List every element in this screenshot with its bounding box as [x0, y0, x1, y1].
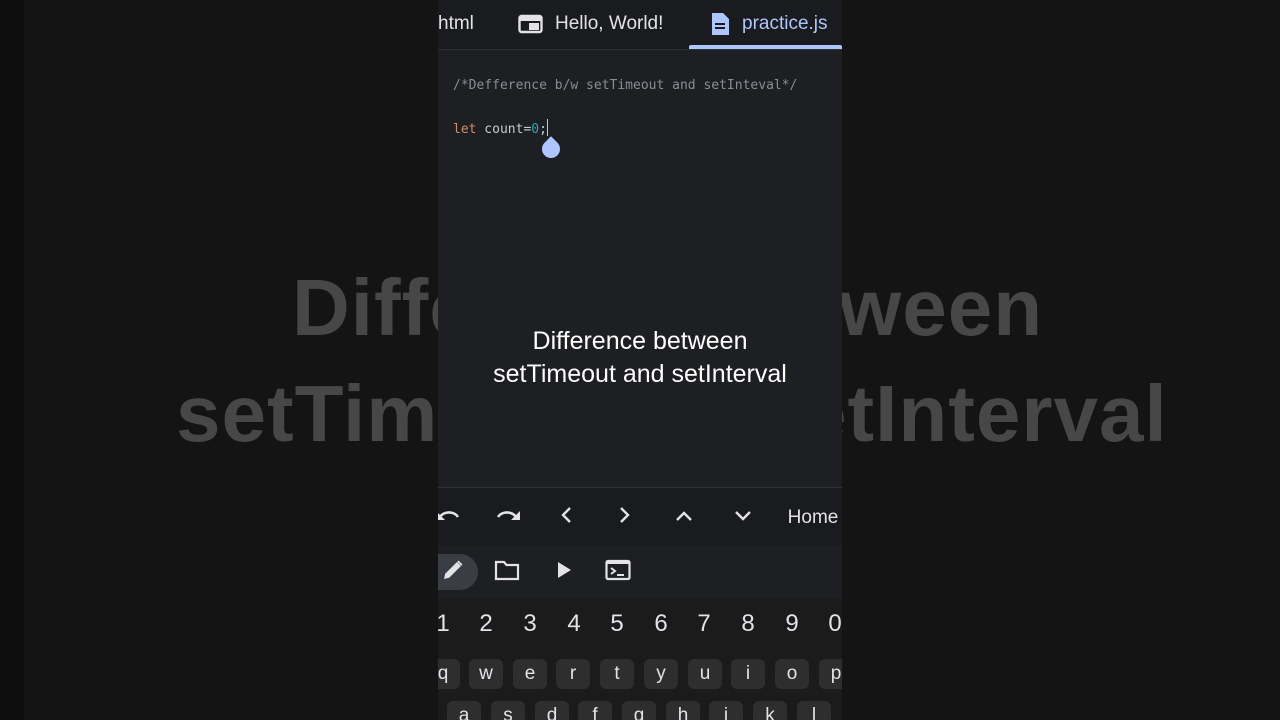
- run-button[interactable]: [551, 554, 577, 590]
- navigation-bar: Home: [438, 487, 842, 547]
- files-button[interactable]: [492, 554, 522, 590]
- undo-icon: [438, 506, 461, 529]
- tab-label: Hello, World!: [555, 13, 664, 34]
- key-8[interactable]: 8: [733, 610, 763, 638]
- editor-toolbar: [438, 546, 842, 598]
- active-tab-indicator: [689, 45, 842, 49]
- key-y[interactable]: y: [644, 659, 678, 689]
- key-9[interactable]: 9: [777, 610, 807, 638]
- edit-mode-button[interactable]: [438, 554, 478, 590]
- web-preview-icon: [518, 14, 543, 34]
- terminal-button[interactable]: [603, 554, 633, 590]
- video-caption: Difference between setTimeout and setInt…: [0, 325, 1280, 391]
- play-icon: [556, 561, 572, 584]
- arrow-up-icon: [675, 509, 693, 527]
- code-line-2: let count=0;: [453, 119, 549, 137]
- arrow-right-button[interactable]: [610, 488, 640, 547]
- caption-line1: Difference between: [532, 327, 748, 355]
- key-u[interactable]: u: [688, 659, 722, 689]
- key-t[interactable]: t: [600, 659, 634, 689]
- key-q[interactable]: q: [438, 659, 460, 689]
- arrow-down-icon: [734, 509, 752, 527]
- key-k[interactable]: k: [753, 701, 787, 720]
- key-d[interactable]: d: [535, 701, 569, 720]
- document-icon: [710, 12, 730, 36]
- key-p[interactable]: p: [819, 659, 842, 689]
- home-button[interactable]: Home: [784, 488, 842, 547]
- home-label: Home: [787, 506, 839, 528]
- arrow-up-button[interactable]: [669, 488, 699, 547]
- tab-label: practice.js: [742, 13, 828, 34]
- key-1[interactable]: 1: [438, 610, 458, 638]
- code-identifier: count=: [476, 122, 532, 137]
- key-7[interactable]: 7: [689, 610, 719, 638]
- redo-icon: [495, 506, 521, 529]
- key-r[interactable]: r: [556, 659, 590, 689]
- text-cursor: [546, 119, 549, 136]
- key-g[interactable]: g: [622, 701, 656, 720]
- pencil-icon: [441, 558, 465, 587]
- key-2[interactable]: 2: [471, 610, 501, 638]
- tab-label: html: [438, 13, 474, 34]
- arrow-left-button[interactable]: [551, 488, 581, 547]
- key-f[interactable]: f: [578, 701, 612, 720]
- key-i[interactable]: i: [731, 659, 765, 689]
- cursor-handle[interactable]: [538, 136, 564, 162]
- key-a[interactable]: a: [447, 701, 481, 720]
- arrow-right-icon: [619, 506, 631, 529]
- tab-bar: html Hello, World! practice.js: [438, 0, 842, 50]
- redo-button[interactable]: [490, 488, 526, 547]
- key-e[interactable]: e: [513, 659, 547, 689]
- tab-practice-js[interactable]: practice.js: [710, 0, 828, 48]
- caption-line2: setTimeout and setInterval: [493, 360, 787, 388]
- key-0[interactable]: 0: [820, 610, 842, 638]
- code-semicolon: ;: [539, 122, 547, 137]
- key-j[interactable]: j: [709, 701, 743, 720]
- key-l[interactable]: l: [797, 701, 831, 720]
- code-number: 0: [531, 122, 540, 137]
- key-5[interactable]: 5: [602, 610, 632, 638]
- folder-icon: [494, 559, 520, 586]
- arrow-down-button[interactable]: [728, 488, 758, 547]
- code-keyword: let: [453, 122, 477, 137]
- keyboard: 1 2 3 4 5 6 7 8 9 0 q w e r t y u i o p …: [438, 598, 842, 720]
- tab-html[interactable]: html: [438, 0, 474, 48]
- key-s[interactable]: s: [491, 701, 525, 720]
- key-h[interactable]: h: [666, 701, 700, 720]
- tab-hello-world[interactable]: Hello, World!: [518, 0, 663, 48]
- arrow-left-icon: [560, 506, 572, 529]
- key-w[interactable]: w: [469, 659, 503, 689]
- key-3[interactable]: 3: [515, 610, 545, 638]
- key-o[interactable]: o: [775, 659, 809, 689]
- key-6[interactable]: 6: [646, 610, 676, 638]
- code-comment-line: /*Defference b/w setTimeout and setIntev…: [453, 78, 798, 93]
- code-editor[interactable]: /*Defference b/w setTimeout and setIntev…: [438, 50, 842, 486]
- key-4[interactable]: 4: [559, 610, 589, 638]
- terminal-icon: [605, 559, 631, 586]
- undo-button[interactable]: [438, 488, 466, 547]
